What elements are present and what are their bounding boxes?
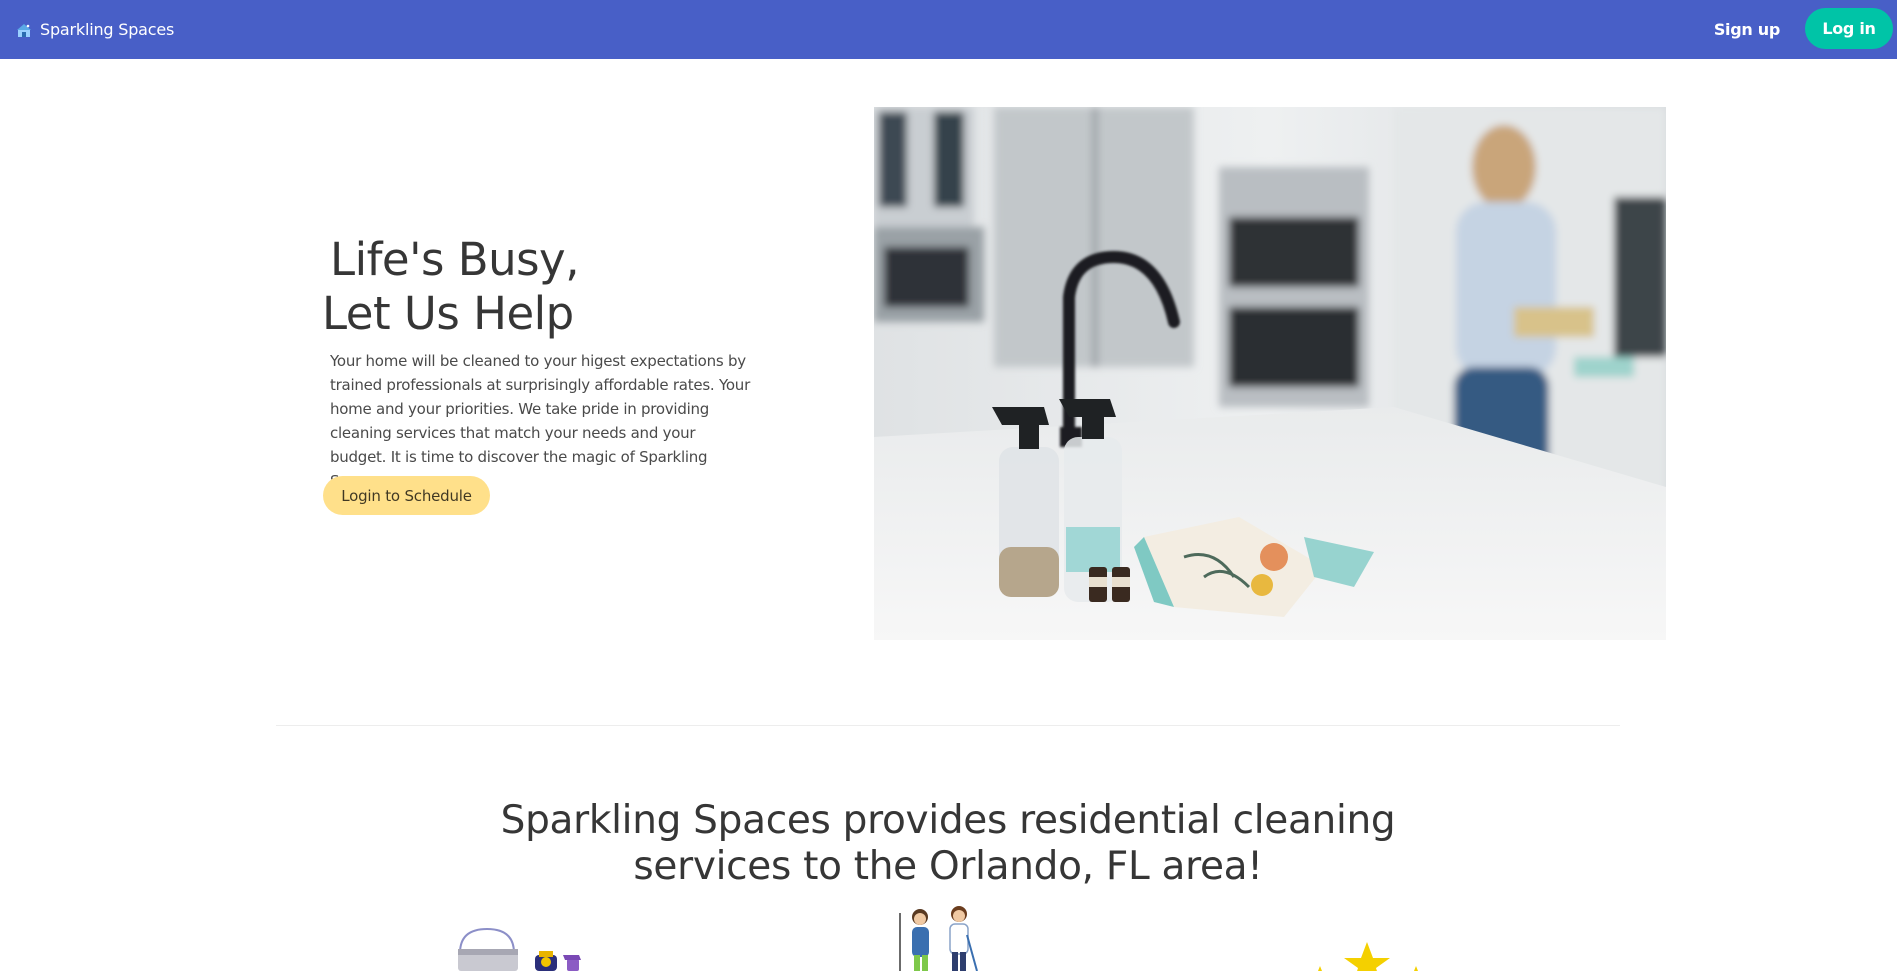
top-navbar: Sparkling Spaces Sign up Log in bbox=[0, 0, 1897, 59]
hero-title-line-2: Let Us Help bbox=[322, 287, 574, 340]
login-to-schedule-button[interactable]: Login to Schedule bbox=[323, 476, 490, 515]
rating-stars-icon bbox=[1310, 940, 1425, 971]
house-logo-icon bbox=[16, 22, 32, 38]
kitchen-cleaning-photo bbox=[874, 107, 1666, 640]
cleaning-team-icon bbox=[895, 905, 985, 971]
cleaning-supplies-icon bbox=[455, 925, 590, 971]
hero-title: Life's Busy, Let Us Help bbox=[322, 233, 580, 341]
services-title: Sparkling Spaces provides residential cl… bbox=[500, 798, 1396, 889]
brand-name: Sparkling Spaces bbox=[40, 20, 175, 39]
brand-link[interactable]: Sparkling Spaces bbox=[16, 0, 174, 59]
login-button[interactable]: Log in bbox=[1805, 8, 1893, 49]
hero-title-line-1: Life's Busy, bbox=[330, 233, 580, 286]
section-divider bbox=[276, 725, 1620, 726]
hero-description: Your home will be cleaned to your higest… bbox=[330, 352, 750, 490]
signup-link[interactable]: Sign up bbox=[1714, 0, 1780, 59]
